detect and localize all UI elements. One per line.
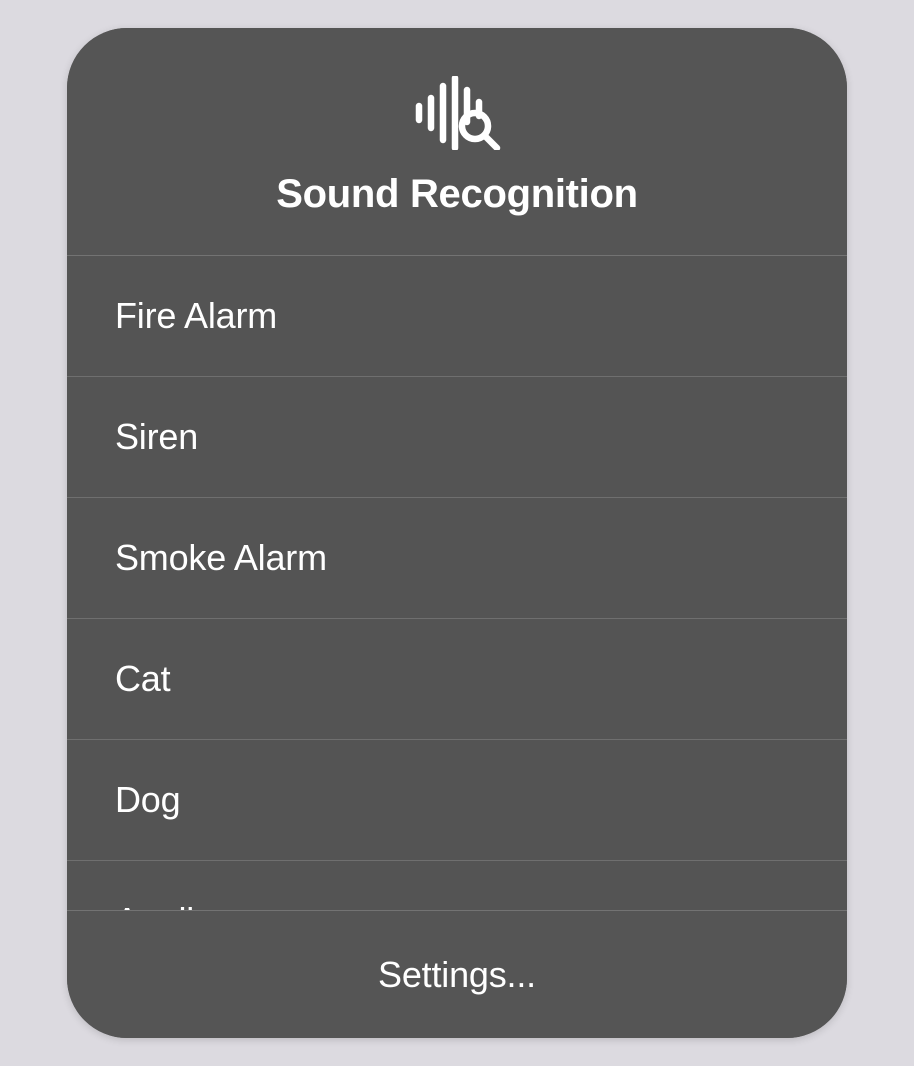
- settings-label: Settings...: [378, 954, 536, 996]
- sound-row-label: Cat: [115, 658, 170, 700]
- sound-row-siren[interactable]: Siren: [67, 377, 847, 498]
- sound-recognition-panel: Sound Recognition Fire Alarm Siren Smoke…: [67, 28, 847, 1038]
- sound-list[interactable]: Fire Alarm Siren Smoke Alarm Cat Dog App…: [67, 256, 847, 910]
- sound-row-label: Appliances: [115, 900, 289, 910]
- sound-row-dog[interactable]: Dog: [67, 740, 847, 861]
- sound-list-inner: Fire Alarm Siren Smoke Alarm Cat Dog App…: [67, 256, 847, 910]
- sound-row-label: Dog: [115, 779, 180, 821]
- sound-row-smoke-alarm[interactable]: Smoke Alarm: [67, 498, 847, 619]
- sound-row-label: Fire Alarm: [115, 295, 277, 337]
- sound-row-appliances[interactable]: Appliances: [67, 861, 847, 910]
- sound-recognition-icon: [412, 76, 502, 150]
- panel-title: Sound Recognition: [276, 172, 638, 217]
- sound-row-fire-alarm[interactable]: Fire Alarm: [67, 256, 847, 377]
- sound-row-cat[interactable]: Cat: [67, 619, 847, 740]
- panel-header: Sound Recognition: [67, 28, 847, 256]
- sound-row-label: Smoke Alarm: [115, 537, 327, 579]
- settings-button[interactable]: Settings...: [67, 910, 847, 1038]
- sound-row-label: Siren: [115, 416, 198, 458]
